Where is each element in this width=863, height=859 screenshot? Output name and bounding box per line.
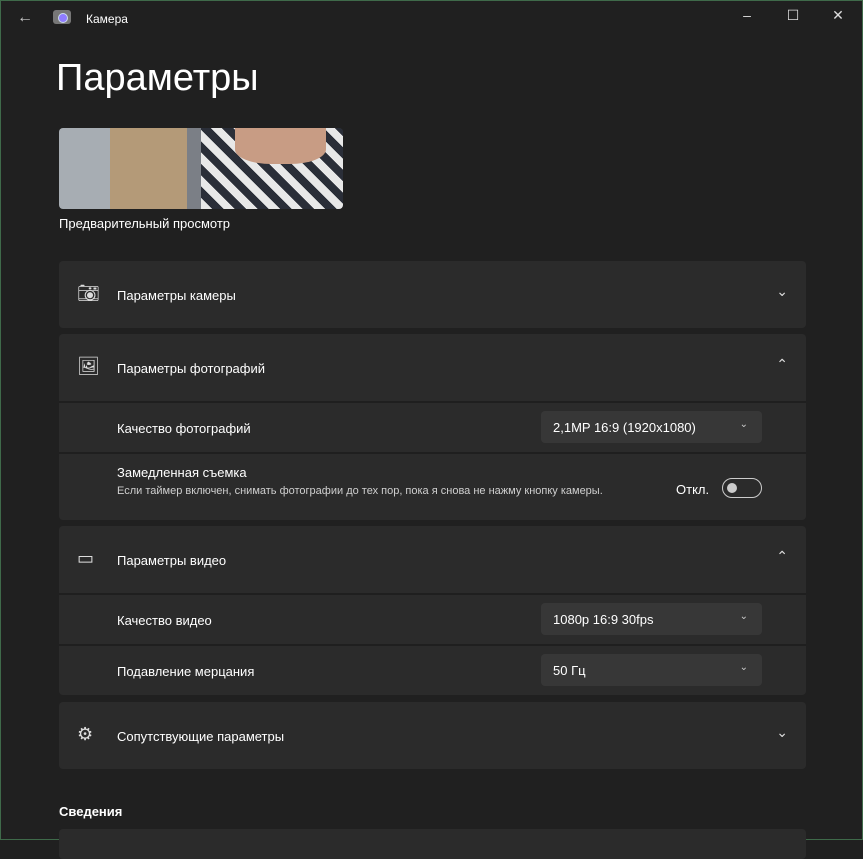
video-quality-label: Качество видео — [117, 613, 212, 628]
image-icon: 🖼︎ — [77, 356, 100, 376]
photo-settings-label: Параметры фотографий — [117, 361, 266, 376]
flicker-label: Подавление мерцания — [117, 664, 255, 679]
chevron-down-icon: ⌄ — [739, 419, 748, 430]
chevron-down-icon: ⌄ — [739, 611, 748, 622]
camera-settings-card[interactable]: 📷︎ Параметры камеры ⌄ — [59, 261, 806, 328]
back-arrow-icon[interactable]: ← — [17, 9, 33, 27]
photo-quality-value: 2,1MP 16:9 (1920x1080) — [553, 420, 696, 435]
camera-settings-label: Параметры камеры — [117, 288, 236, 303]
video-quality-value: 1080p 16:9 30fps — [553, 612, 654, 627]
title-bar: ← Камера – ☐ ✕ — [1, 1, 862, 36]
camera-app-icon — [53, 10, 71, 24]
photo-settings-card: 🖼︎ Параметры фотографий ⌃ Качество фотог… — [59, 334, 806, 520]
camera-preview-image — [59, 128, 343, 209]
timelapse-label: Замедленная съемка — [117, 465, 247, 480]
preview-label: Предварительный просмотр — [59, 216, 231, 231]
photo-quality-label: Качество фотографий — [117, 421, 251, 436]
flicker-dropdown[interactable]: 50 Гц ⌄ — [541, 654, 762, 686]
info-card — [59, 829, 806, 859]
related-settings-card[interactable]: ⚙ Сопутствующие параметры ⌄ — [59, 702, 806, 769]
camera-icon: 📷︎ — [77, 283, 100, 303]
minimize-button[interactable]: – — [732, 7, 762, 29]
related-settings-label: Сопутствующие параметры — [117, 729, 285, 744]
page-title: Параметры — [56, 57, 259, 99]
chevron-down-icon[interactable]: ⌄ — [776, 724, 788, 741]
info-section-heading: Сведения — [59, 804, 123, 819]
maximize-button[interactable]: ☐ — [778, 7, 808, 29]
photo-settings-header[interactable]: 🖼︎ Параметры фотографий ⌃ — [59, 334, 806, 401]
video-settings-label: Параметры видео — [117, 553, 227, 568]
timelapse-description: Если таймер включен, снимать фотографии … — [117, 485, 603, 497]
flicker-value: 50 Гц — [553, 663, 586, 678]
timelapse-state: Откл. — [676, 482, 710, 497]
window-title: Камера — [86, 12, 128, 26]
chevron-up-icon[interactable]: ⌃ — [776, 548, 788, 565]
video-camera-icon: ▭ — [77, 548, 95, 568]
video-settings-header[interactable]: ▭ Параметры видео ⌃ — [59, 526, 806, 593]
photo-quality-dropdown[interactable]: 2,1MP 16:9 (1920x1080) ⌄ — [541, 411, 762, 443]
chevron-up-icon[interactable]: ⌃ — [776, 356, 788, 373]
chevron-down-icon[interactable]: ⌄ — [776, 283, 788, 300]
video-settings-card: ▭ Параметры видео ⌃ Качество видео 1080p… — [59, 526, 806, 695]
video-quality-dropdown[interactable]: 1080p 16:9 30fps ⌄ — [541, 603, 762, 635]
timelapse-toggle[interactable] — [722, 478, 762, 498]
close-button[interactable]: ✕ — [823, 7, 853, 29]
chevron-down-icon: ⌄ — [739, 662, 748, 673]
gear-icon: ⚙ — [77, 724, 94, 744]
